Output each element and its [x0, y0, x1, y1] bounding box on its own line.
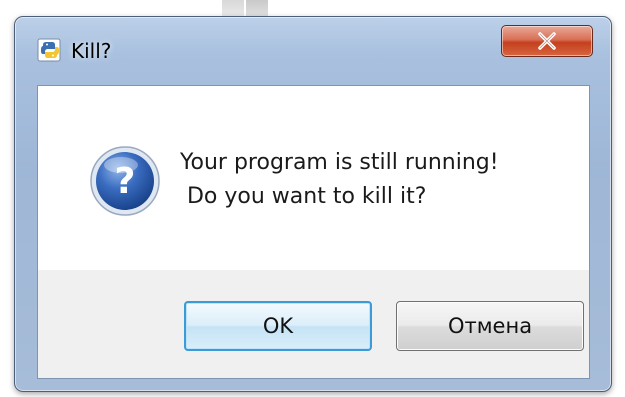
message-line-2: Do you want to kill it?: [180, 184, 427, 209]
python-icon: [37, 38, 61, 62]
cancel-button[interactable]: Отмена: [396, 301, 584, 351]
dialog-body: ? Your program is still running! Do you …: [37, 85, 590, 379]
message-area: ? Your program is still running! Do you …: [38, 86, 589, 270]
dialog-title: Kill?: [71, 39, 112, 63]
svg-text:?: ?: [115, 161, 136, 202]
close-button[interactable]: [501, 25, 593, 57]
ok-button[interactable]: OK: [184, 301, 372, 351]
message-line-1: Your program is still running!: [180, 150, 499, 175]
question-icon: ?: [90, 146, 160, 216]
close-icon: [538, 32, 556, 50]
dialog-window: Kill? ? Your program is still running! D…: [14, 16, 612, 392]
